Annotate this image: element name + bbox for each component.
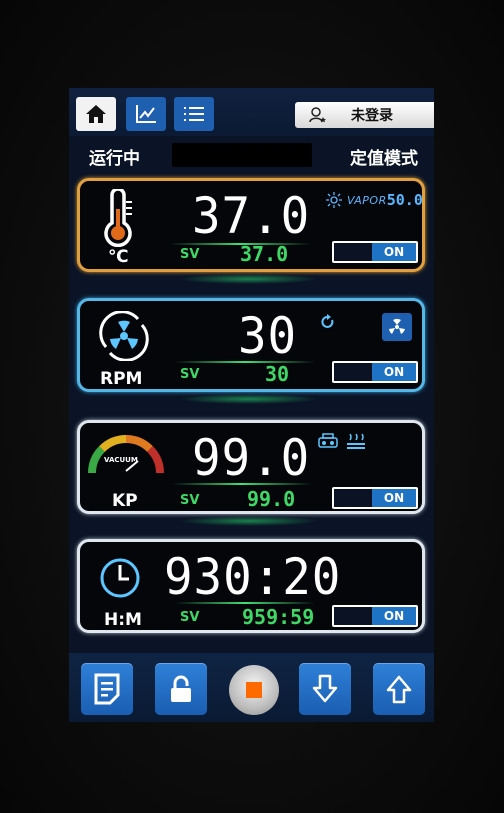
home-icon: [86, 105, 106, 123]
timer-card: H:M 930:20 SV 959:59 ON: [77, 539, 425, 633]
report-button[interactable]: [81, 663, 133, 715]
value-divider: [175, 602, 315, 604]
vacuum-gauge-icon: [88, 435, 164, 474]
pump-icon: [318, 433, 338, 448]
down-button[interactable]: [299, 663, 351, 715]
document-icon: [94, 673, 120, 705]
timer-toggle[interactable]: ON: [332, 605, 418, 627]
fan-icon: [389, 318, 405, 334]
speed-value: 30: [238, 307, 298, 365]
lock-icon: [171, 675, 191, 702]
speed-sv-value[interactable]: 30: [265, 362, 289, 386]
toggle-off-side: [334, 607, 372, 625]
arrow-up-icon: [386, 675, 412, 704]
card-glow: [179, 274, 319, 284]
vacuum-card: VACUUM KP 99.0 SV 99.0 ON: [77, 420, 425, 514]
speed-sv-label: SV: [180, 367, 200, 382]
vapor-indicator: VAPOR 50.0: [326, 191, 423, 209]
heating-icon: [347, 433, 365, 449]
vacuum-sv-value[interactable]: 99.0: [247, 487, 295, 511]
up-button[interactable]: [373, 663, 425, 715]
stop-button[interactable]: [229, 665, 279, 715]
clock-icon: [100, 558, 140, 598]
list-icon: [184, 107, 204, 121]
chart-button[interactable]: [126, 97, 166, 131]
vacuum-toggle[interactable]: ON: [332, 487, 418, 509]
sun-icon: [326, 192, 342, 208]
value-divider: [175, 361, 315, 363]
value-divider: [172, 483, 312, 485]
login-button[interactable]: 未登录: [295, 102, 434, 128]
speed-unit: RPM: [100, 369, 143, 389]
temperature-toggle[interactable]: ON: [332, 241, 418, 263]
temperature-card: ℃ 37.0 VAPOR 50.0 SV 37.0 ON: [77, 178, 425, 272]
vacuum-unit: KP: [112, 491, 138, 511]
toggle-on-label: ON: [372, 489, 416, 507]
toggle-on-label: ON: [372, 363, 416, 381]
toggle-off-side: [334, 243, 372, 261]
vacuum-value: 99.0: [192, 429, 311, 487]
timer-unit: H:M: [104, 610, 142, 630]
timer-sv-label: SV: [180, 610, 200, 625]
chart-icon: [136, 105, 156, 123]
thermometer-icon: [104, 189, 132, 247]
temperature-unit: ℃: [108, 247, 129, 267]
temperature-value: 37.0: [192, 187, 311, 245]
user-icon: [309, 107, 326, 123]
vacuum-sv-label: SV: [180, 493, 200, 508]
touch-screen: 未登录 运行中 定值模式 ℃ 37.0 VAPOR 50.0 SV 37.0 O…: [69, 88, 434, 722]
temperature-sv-value[interactable]: 37.0: [240, 242, 288, 266]
toggle-off-side: [334, 489, 372, 507]
timer-sv-value[interactable]: 959:59: [242, 605, 314, 629]
gauge-label: VACUUM: [104, 456, 138, 464]
toggle-off-side: [334, 363, 372, 381]
toggle-on-label: ON: [372, 243, 416, 261]
refresh-icon[interactable]: [321, 314, 335, 330]
status-row: 运行中 定值模式: [69, 138, 434, 172]
vapor-label: VAPOR: [347, 193, 387, 207]
login-label: 未登录: [351, 108, 393, 124]
arrow-down-icon: [312, 674, 338, 703]
lock-button[interactable]: [155, 663, 207, 715]
stop-icon: [246, 682, 262, 698]
list-button[interactable]: [174, 97, 214, 131]
speed-card: RPM 30 SV 30 ON: [77, 298, 425, 392]
speed-toggle[interactable]: ON: [332, 361, 418, 383]
toggle-on-label: ON: [372, 607, 416, 625]
card-glow: [179, 394, 319, 404]
temperature-sv-label: SV: [180, 247, 200, 262]
mode-label: 定值模式: [350, 149, 418, 169]
message-display: [172, 143, 312, 167]
timer-value: 930:20: [164, 548, 342, 606]
top-navbar: 未登录: [69, 88, 434, 136]
rotation-icon: [99, 311, 149, 361]
fan-settings-button[interactable]: [382, 313, 412, 341]
card-glow: [179, 516, 319, 526]
vapor-value: 50.0: [386, 191, 423, 209]
home-button[interactable]: [76, 97, 116, 131]
run-status: 运行中: [89, 149, 140, 169]
bottom-toolbar: [69, 653, 434, 722]
